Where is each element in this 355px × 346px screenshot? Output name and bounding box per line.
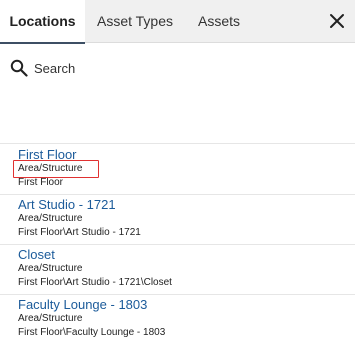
list-item[interactable]: Faculty Lounge - 1803 Area/Structure Fir… [0, 294, 355, 344]
tab-locations[interactable]: Locations [0, 0, 85, 44]
list-item[interactable]: Art Studio - 1721 Area/Structure First F… [0, 194, 355, 244]
close-icon[interactable] [328, 12, 346, 30]
item-title[interactable]: Art Studio - 1721 [18, 197, 116, 212]
list-item[interactable]: Closet Area/Structure First Floor\Art St… [0, 244, 355, 294]
item-type: Area/Structure [18, 263, 83, 274]
item-path: First Floor\Faculty Lounge - 1803 [18, 327, 166, 338]
search-field[interactable]: Search [0, 43, 355, 95]
item-title[interactable]: Faculty Lounge - 1803 [18, 297, 147, 312]
search-icon [10, 59, 28, 77]
item-type: Area/Structure [18, 163, 83, 174]
tab-assets[interactable]: Assets [187, 0, 251, 43]
item-path: First Floor\Art Studio - 1721\Closet [18, 277, 172, 288]
item-type: Area/Structure [18, 213, 83, 224]
tab-asset-types[interactable]: Asset Types [85, 0, 185, 43]
list-item[interactable]: First Floor Area/Structure First Floor [0, 144, 355, 194]
item-type: Area/Structure [18, 313, 83, 324]
search-label: Search [34, 61, 76, 76]
tab-bar: Locations Asset Types Assets [0, 0, 355, 44]
location-list: First Floor Area/Structure First Floor A… [0, 144, 355, 344]
item-path: First Floor\Art Studio - 1721 [18, 227, 141, 238]
item-title[interactable]: First Floor [18, 147, 77, 162]
item-title[interactable]: Closet [18, 247, 55, 262]
item-path: First Floor [18, 177, 63, 188]
